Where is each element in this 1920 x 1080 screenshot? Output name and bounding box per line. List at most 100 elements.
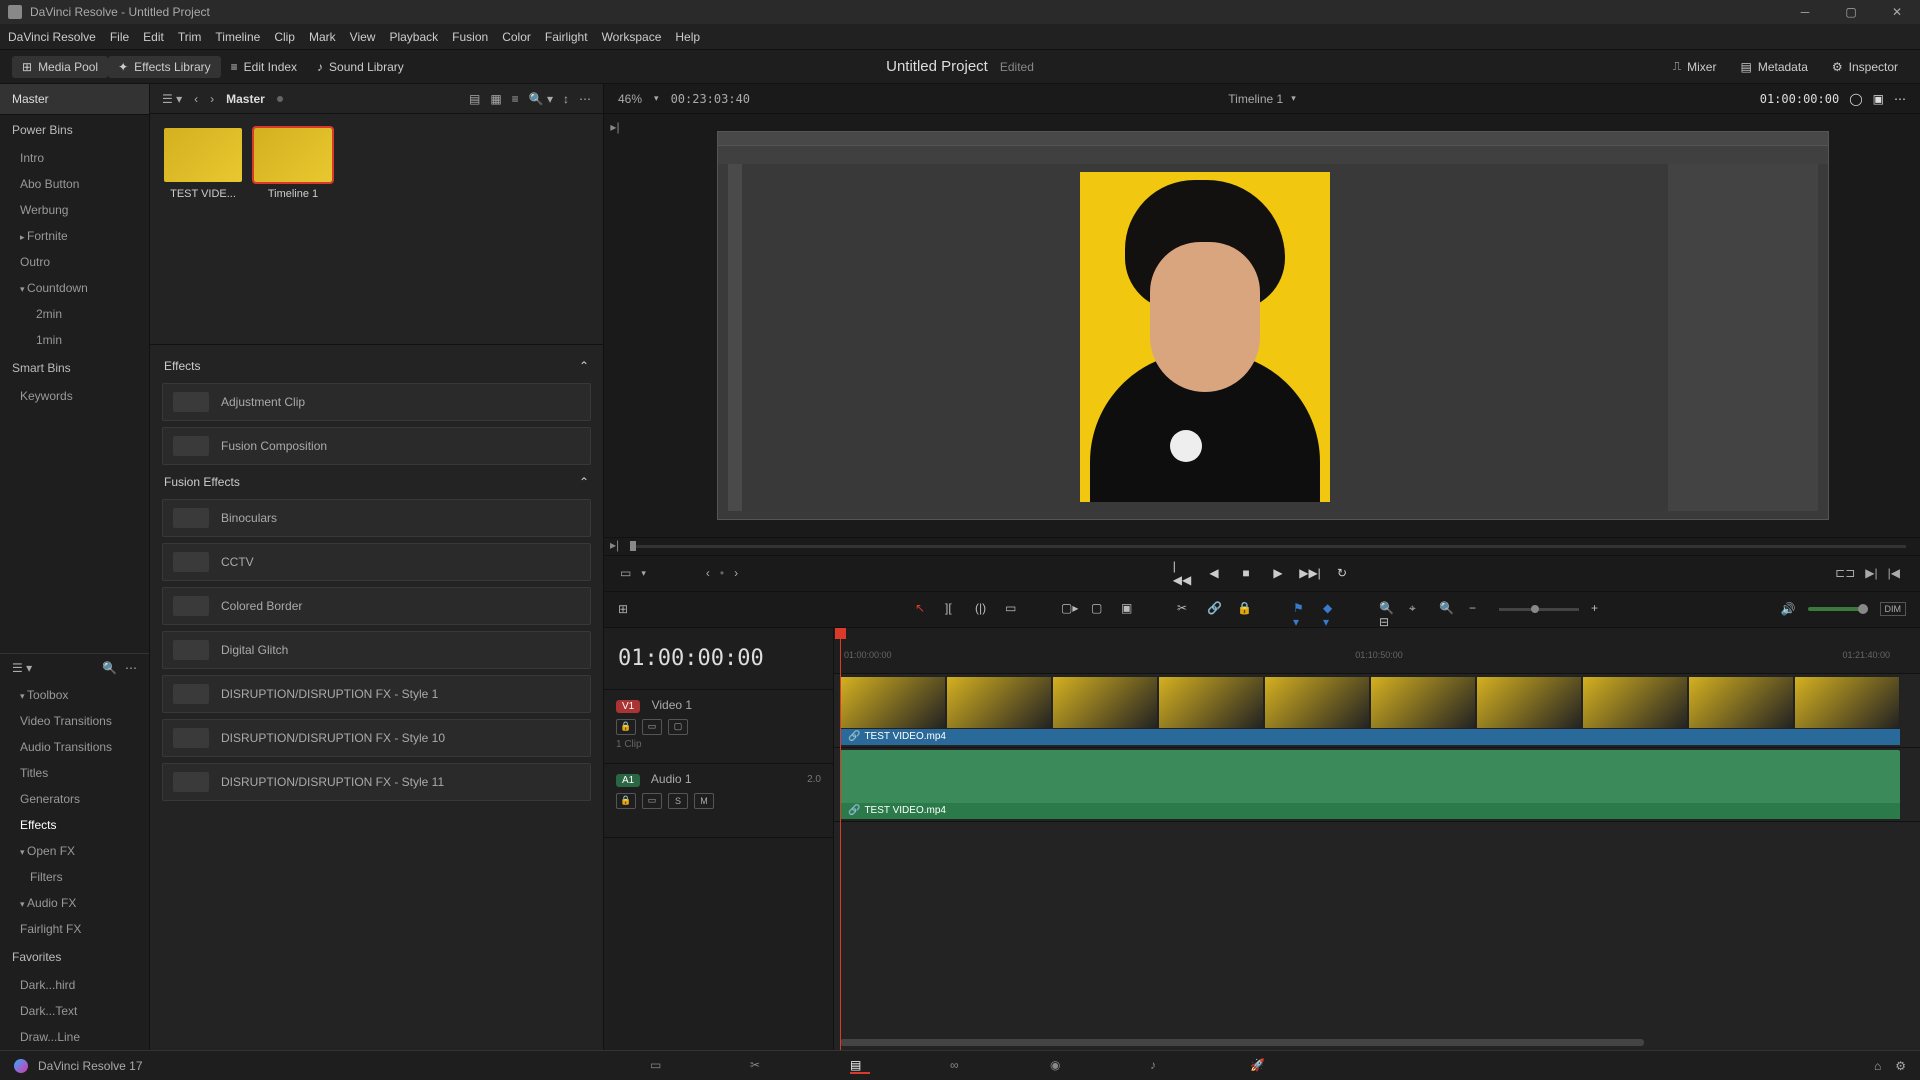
toolbox-header[interactable]: Toolbox — [0, 682, 149, 708]
toolbox-item[interactable]: Fairlight FX — [0, 916, 149, 942]
effect-item[interactable]: Digital Glitch — [162, 631, 591, 669]
lock-track-icon[interactable]: 🔒 — [616, 719, 636, 735]
effect-item[interactable]: Colored Border — [162, 587, 591, 625]
auto-select-icon[interactable]: ▭ — [642, 719, 662, 735]
maximize-button[interactable]: ▢ — [1828, 0, 1874, 24]
first-frame-button[interactable]: |◀◀ — [1173, 564, 1191, 582]
effect-item[interactable]: DISRUPTION/DISRUPTION FX - Style 11 — [162, 763, 591, 801]
collapse-icon[interactable]: ⌃ — [579, 359, 589, 373]
mixer-toggle[interactable]: ⎍Mixer — [1663, 55, 1727, 78]
menu-item[interactable]: Mark — [309, 30, 336, 44]
arrow-tool[interactable]: ↖ — [915, 601, 933, 617]
menu-item[interactable]: Clip — [274, 30, 295, 44]
menu-item[interactable]: Help — [675, 30, 700, 44]
audiofx-header[interactable]: Audio FX — [0, 890, 149, 916]
menu-item[interactable]: Fairlight — [545, 30, 588, 44]
trim-tool[interactable]: ][ — [945, 601, 963, 617]
link-icon[interactable]: 🔗 — [1207, 601, 1225, 617]
zoom-in-icon[interactable]: + — [1591, 601, 1609, 617]
favorite-item[interactable]: Dark...hird — [0, 972, 149, 998]
media-page-icon[interactable]: ▭ — [650, 1058, 670, 1074]
edit-index-toggle[interactable]: ≡ Edit Index — [221, 56, 307, 78]
fusion-page-icon[interactable]: ∞ — [950, 1058, 970, 1074]
deliver-page-icon[interactable]: 🚀 — [1250, 1058, 1270, 1074]
lock-track-icon[interactable]: 🔒 — [616, 793, 636, 809]
audio-clip[interactable]: 🔗TEST VIDEO.mp4 — [840, 750, 1900, 819]
view-grid-icon[interactable]: ▦ — [490, 92, 501, 106]
jump-next-icon[interactable]: ▶| — [1865, 566, 1877, 580]
effect-item[interactable]: DISRUPTION/DISRUPTION FX - Style 1 — [162, 675, 591, 713]
audio-track[interactable]: 🔗TEST VIDEO.mp4 — [834, 748, 1920, 822]
viewer-surface[interactable] — [626, 114, 1920, 537]
view-list-icon[interactable]: ▤ — [469, 92, 480, 106]
cut-page-icon[interactable]: ✂ — [750, 1058, 770, 1074]
toolbox-item[interactable]: Audio Transitions — [0, 734, 149, 760]
effect-item[interactable]: Binoculars — [162, 499, 591, 537]
expand-timeline-icon[interactable]: ▸| — [610, 538, 619, 552]
effect-item[interactable]: Adjustment Clip — [162, 383, 591, 421]
insert-icon[interactable]: ▢▸ — [1061, 601, 1079, 617]
minimize-button[interactable]: ─ — [1782, 0, 1828, 24]
auto-select-icon[interactable]: ▭ — [642, 793, 662, 809]
nav-fwd-icon[interactable]: › — [210, 92, 214, 106]
flag-icon[interactable]: ⚑ ▾ — [1293, 601, 1311, 617]
options-icon[interactable]: ⋯ — [1894, 92, 1906, 106]
track-badge[interactable]: A1 — [616, 774, 640, 787]
effect-item[interactable]: CCTV — [162, 543, 591, 581]
toolbox-item[interactable]: Video Transitions — [0, 708, 149, 734]
dual-view-icon[interactable]: ▣ — [1873, 92, 1884, 106]
viewer-mode-icon[interactable]: ▭ — [620, 566, 631, 580]
snap-icon[interactable]: ⌖ — [1409, 601, 1427, 617]
bypass-icon[interactable]: ◯ — [1849, 92, 1862, 106]
video-track[interactable]: 🔗TEST VIDEO.mp4 — [834, 674, 1920, 748]
dim-button[interactable]: DIM — [1880, 602, 1907, 616]
media-clip[interactable]: Timeline 1 — [254, 128, 332, 330]
blade-tool[interactable]: ▭ — [1005, 601, 1023, 617]
color-page-icon[interactable]: ◉ — [1050, 1058, 1070, 1074]
zoom-out-icon[interactable]: − — [1469, 601, 1487, 617]
media-clip[interactable]: TEST VIDE... — [164, 128, 242, 330]
track-visible-icon[interactable]: ▢ — [668, 719, 688, 735]
bin-item[interactable]: Fortnite — [0, 223, 149, 249]
menu-item[interactable]: Workspace — [602, 30, 662, 44]
play-button[interactable]: ▶ — [1269, 564, 1287, 582]
replace-icon[interactable]: ▣ — [1121, 601, 1139, 617]
match-frame-icon[interactable]: ⊏⊐ — [1835, 566, 1855, 580]
collapse-icon[interactable]: ⌃ — [579, 475, 589, 489]
media-pool-toggle[interactable]: ⊞ Media Pool — [12, 56, 108, 78]
bin-item[interactable]: Keywords — [0, 383, 149, 409]
loop-button[interactable]: ↻ — [1333, 564, 1351, 582]
zoom-percent[interactable]: 46% — [618, 92, 642, 106]
openfx-header[interactable]: Open FX — [0, 838, 149, 864]
edit-page-icon[interactable]: ▤ — [850, 1058, 870, 1074]
chevron-down-icon[interactable]: ▾ — [1291, 93, 1296, 104]
marker-icon[interactable]: ◆ ▾ — [1323, 601, 1341, 617]
zoom-tool-icon[interactable]: 🔍⊟ — [1379, 601, 1397, 617]
menu-item[interactable]: Playback — [389, 30, 438, 44]
bin-item[interactable]: 2min — [0, 301, 149, 327]
sound-library-toggle[interactable]: ♪ Sound Library — [307, 56, 414, 78]
effect-item[interactable]: DISRUPTION/DISRUPTION FX - Style 10 — [162, 719, 591, 757]
close-button[interactable]: ✕ — [1874, 0, 1920, 24]
overwrite-icon[interactable]: ▢ — [1091, 601, 1109, 617]
volume-icon[interactable]: 🔊 — [1781, 602, 1796, 616]
bin-item[interactable]: 1min — [0, 327, 149, 353]
timeline-view-icon[interactable]: ⊞ — [618, 602, 628, 616]
toolbox-item[interactable]: Filters — [0, 864, 149, 890]
bin-item[interactable]: Outro — [0, 249, 149, 275]
toolbox-item[interactable]: Effects — [0, 812, 149, 838]
stop-button[interactable]: ■ — [1237, 564, 1255, 582]
playhead[interactable] — [840, 628, 841, 1051]
next-edit-icon[interactable]: › — [734, 566, 738, 580]
timeline-name[interactable]: Timeline 1 — [1228, 92, 1283, 106]
toolbox-item[interactable]: Titles — [0, 760, 149, 786]
search-icon[interactable]: 🔍 ▾ — [529, 92, 553, 106]
video-track-header[interactable]: V1 Video 1 🔒 ▭ ▢ 1 Clip — [604, 690, 833, 764]
track-badge[interactable]: V1 — [616, 700, 640, 713]
mute-icon[interactable]: M — [694, 793, 714, 809]
chevron-down-icon[interactable]: ▾ — [641, 568, 646, 579]
search-icon[interactable]: 🔍 — [102, 661, 117, 675]
options-icon[interactable]: ⋯ — [125, 661, 137, 675]
inspector-toggle[interactable]: ⚙Inspector — [1822, 56, 1908, 78]
dynamic-trim-tool[interactable]: (|) — [975, 601, 993, 617]
